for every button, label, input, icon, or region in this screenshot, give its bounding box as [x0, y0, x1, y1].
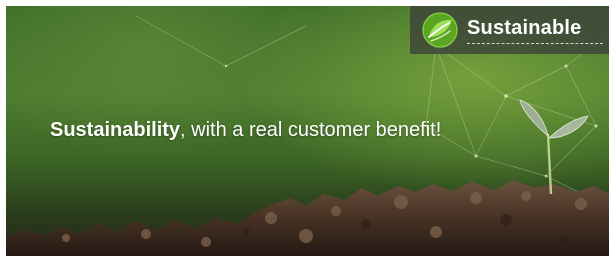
badge-label: Sustainable [467, 17, 582, 39]
headline-bold: Sustainability [50, 119, 181, 141]
leaf-logo-icon [422, 12, 458, 48]
badge-dashed-underline [467, 43, 603, 44]
sustainable-badge: Sustainable [410, 6, 609, 54]
headline-rest: , with a real customer benefit! [180, 119, 442, 141]
hero-banner: Sustainability, with a real customer ben… [6, 6, 609, 256]
headline: Sustainability, with a real customer ben… [50, 118, 441, 142]
